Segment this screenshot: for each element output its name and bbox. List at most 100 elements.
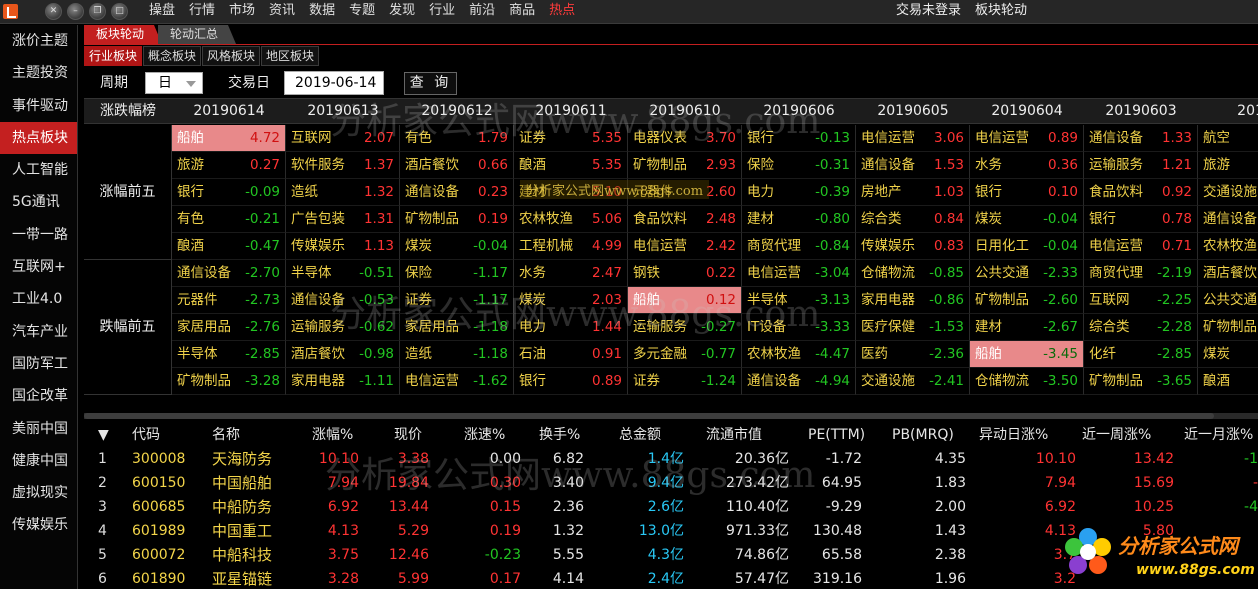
rotation-cell[interactable]: 传媒娱乐 1.13 [286, 233, 400, 260]
rotation-cell[interactable]: 建材 -2.67 [970, 314, 1084, 341]
rotation-cell[interactable]: 造纸 1.32 [286, 179, 400, 206]
rotation-cell[interactable]: 银行 0.89 [514, 368, 628, 395]
rotation-cell[interactable]: 农林牧渔 -4.47 [742, 341, 856, 368]
scrollbar-thumb[interactable] [84, 413, 1214, 419]
rotation-cell[interactable]: 通信设备 0.23 [400, 179, 514, 206]
tab-secondary[interactable]: 地区板块 [261, 46, 320, 66]
rotation-cell[interactable]: 建材 -0.80 [742, 206, 856, 233]
maximize-icon[interactable]: □ [111, 3, 128, 20]
rotation-cell[interactable]: 传媒娱乐 0.83 [856, 233, 970, 260]
sort-arrow-icon[interactable]: ▼ [98, 423, 109, 447]
sidebar-item[interactable]: 健康中国 [0, 445, 77, 477]
rotation-cell[interactable]: 软件服务 1.37 [286, 152, 400, 179]
rotation-cell[interactable]: 家用电器 -1.11 [286, 368, 400, 395]
menu-item[interactable]: 专题 [342, 0, 382, 24]
menu-item[interactable]: 资讯 [262, 0, 302, 24]
rotation-cell[interactable]: 保险 -1.17 [400, 260, 514, 287]
rotation-cell[interactable]: 矿物制品 -2.60 [970, 287, 1084, 314]
sidebar-item[interactable]: 人工智能 [0, 154, 77, 186]
rotation-cell[interactable]: 电器仪表 3.70 [628, 125, 742, 152]
rotation-cell[interactable]: 公共交通 [1198, 287, 1258, 314]
sidebar-item[interactable]: 美丽中国 [0, 413, 77, 445]
query-button[interactable]: 查 询 [404, 72, 457, 95]
rotation-cell[interactable]: 银行 0.78 [1084, 206, 1198, 233]
rotation-cell[interactable]: 旅游 [1198, 152, 1258, 179]
menu-item[interactable]: 商品 [502, 0, 542, 24]
rotation-cell[interactable]: 电信运营 0.71 [1084, 233, 1198, 260]
rotation-date-header[interactable]: 20190614 [172, 99, 286, 124]
rotation-date-header[interactable]: 20190613 [286, 99, 400, 124]
rotation-cell[interactable]: 船舶 -3.45 [970, 341, 1084, 368]
rotation-cell[interactable]: 医药 -2.36 [856, 341, 970, 368]
rotation-cell[interactable]: 船舶 4.72 [172, 125, 286, 152]
rotation-cell[interactable]: 医疗保健 -1.53 [856, 314, 970, 341]
sidebar-item[interactable]: 传媒娱乐 [0, 509, 77, 541]
rotation-cell[interactable]: 通信设备 -4.94 [742, 368, 856, 395]
rotation-cell[interactable]: 电信运营 3.06 [856, 125, 970, 152]
rotation-cell[interactable]: 银行 -0.09 [172, 179, 286, 206]
rotation-cell[interactable]: 电信运营 0.89 [970, 125, 1084, 152]
rotation-cell[interactable]: 电信运营 -1.62 [400, 368, 514, 395]
rotation-cell[interactable]: 钢铁 0.22 [628, 260, 742, 287]
rotation-cell[interactable]: 广告包装 1.31 [286, 206, 400, 233]
rotation-cell[interactable]: 煤炭 [1198, 341, 1258, 368]
rotation-date-header[interactable]: 20190606 [742, 99, 856, 124]
rotation-cell[interactable]: 保险 -0.31 [742, 152, 856, 179]
rotation-date-header[interactable]: 20190612 [400, 99, 514, 124]
rotation-cell[interactable]: 酿酒 [1198, 368, 1258, 395]
rotation-cell[interactable]: 运输服务 1.21 [1084, 152, 1198, 179]
sidebar-item[interactable]: 热点板块 [0, 121, 77, 155]
rotation-cell[interactable]: 通信设备 1.33 [1084, 125, 1198, 152]
rotation-cell[interactable]: 交通设施 -2.41 [856, 368, 970, 395]
rotation-cell[interactable]: 建材 5.10 [514, 179, 628, 206]
rotation-cell[interactable]: 互联网 2.07 [286, 125, 400, 152]
rotation-date-header[interactable]: 20190604 [970, 99, 1084, 124]
rotation-cell[interactable]: 家居用品 -1.18 [400, 314, 514, 341]
restore-icon[interactable]: ❐ [89, 3, 106, 20]
rotation-cell[interactable]: 工程机械 4.99 [514, 233, 628, 260]
sidebar-item[interactable]: 虚拟现实 [0, 477, 77, 509]
rotation-cell[interactable]: 船舶 0.12 [628, 287, 742, 314]
column-header[interactable]: PB(MRQ) [892, 423, 954, 447]
column-header[interactable]: 名称 [212, 423, 240, 447]
rotation-cell[interactable]: 水务 2.47 [514, 260, 628, 287]
rotation-cell[interactable]: 酒店餐饮 -0.98 [286, 341, 400, 368]
table-row[interactable]: 2 600150 中国船舶 7.94 19.84 0.30 3.40 9.4亿 273.42亿 6… [84, 471, 1258, 495]
rotation-cell[interactable]: 银行 0.10 [970, 179, 1084, 206]
rotation-cell[interactable]: 航空 [1198, 125, 1258, 152]
rotation-date-header[interactable]: 20190611 [514, 99, 628, 124]
rotation-cell[interactable]: 元器件 -2.73 [172, 287, 286, 314]
rotation-cell[interactable]: 仓储物流 -3.50 [970, 368, 1084, 395]
rotation-date-header[interactable]: 20190605 [856, 99, 970, 124]
rotation-cell[interactable]: 电力 -0.39 [742, 179, 856, 206]
column-header[interactable]: PE(TTM) [808, 423, 865, 447]
rotation-cell[interactable]: 商贸代理 -0.84 [742, 233, 856, 260]
rotation-cell[interactable]: 运输服务 -0.62 [286, 314, 400, 341]
rotation-cell[interactable]: 综合类 0.84 [856, 206, 970, 233]
rotation-cell[interactable]: 煤炭 -0.04 [970, 206, 1084, 233]
column-header[interactable]: 近一月涨% [1184, 423, 1253, 447]
rotation-cell[interactable]: 水务 0.36 [970, 152, 1084, 179]
table-row[interactable]: 5 600072 中船科技 3.75 12.46 -0.23 5.55 4.3亿 74.86亿 6… [84, 543, 1258, 567]
rotation-cell[interactable]: 食品饮料 2.48 [628, 206, 742, 233]
rotation-cell[interactable]: 证券 -1.24 [628, 368, 742, 395]
rotation-cell[interactable]: 矿物制品 -3.65 [1084, 368, 1198, 395]
rotation-cell[interactable]: 房地产 1.03 [856, 179, 970, 206]
rotation-cell[interactable]: 证券 -1.17 [400, 287, 514, 314]
rotation-cell[interactable]: 互联网 -2.25 [1084, 287, 1198, 314]
rotation-cell[interactable]: 化纤 -2.85 [1084, 341, 1198, 368]
rotation-cell[interactable]: 农林牧渔 5.06 [514, 206, 628, 233]
sidebar-item[interactable]: 主题投资 [0, 57, 77, 89]
table-row[interactable]: 3 600685 中船防务 6.92 13.44 0.15 2.36 2.6亿 110.40亿 -… [84, 495, 1258, 519]
rotation-cell[interactable]: 电信运营 2.42 [628, 233, 742, 260]
rotation-cell[interactable]: 造纸 -1.18 [400, 341, 514, 368]
column-header[interactable]: 换手% [539, 423, 580, 447]
sidebar-item[interactable]: 汽车产业 [0, 316, 77, 348]
rotation-cell[interactable]: 半导体 -2.85 [172, 341, 286, 368]
minimize-icon[interactable]: – [67, 3, 84, 20]
date-input[interactable]: 2019-06-14 [284, 71, 384, 95]
tab-primary[interactable]: 板块轮动 [84, 25, 163, 44]
rotation-cell[interactable]: 煤炭 2.03 [514, 287, 628, 314]
rotation-cell[interactable]: 酿酒 -0.47 [172, 233, 286, 260]
column-header[interactable]: 涨速% [464, 423, 505, 447]
